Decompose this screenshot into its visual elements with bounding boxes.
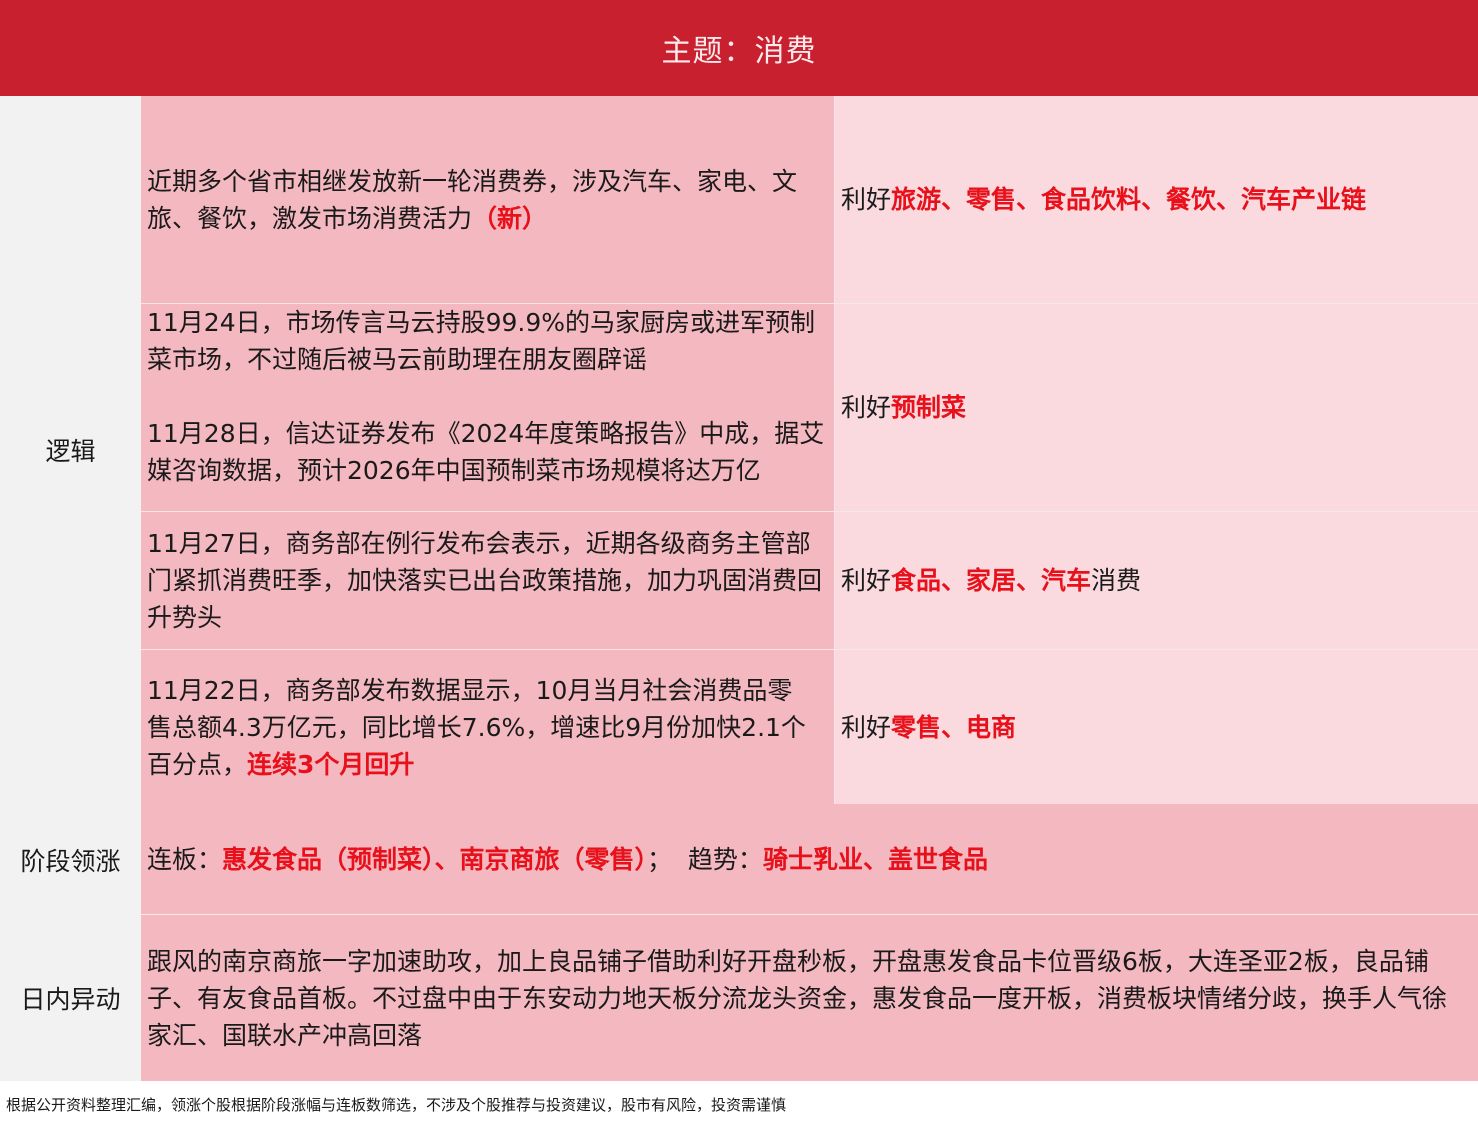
limit-up-prefix: 连板： [147,845,223,874]
benefit-sectors: 零售、电商 [891,712,1017,742]
row-3-body: 11月27日，商务部在例行发布会表示，近期各级商务主管部门紧抓消费旺季，加快落实… [147,529,823,632]
disclaimer: 根据公开资料整理汇编，领涨个股根据阶段涨幅与连板数筛选，不涉及个股推荐与投资建议… [6,1096,787,1114]
trend-stocks: 骑士乳业、盖世食品 [762,845,988,874]
row-1-new-tag: （新） [472,203,548,233]
divider [141,511,1478,512]
row-2-para-2: 11月28日，信达证券发布《2024年度策略报告》中成，据艾媒咨询数据，预计20… [147,419,825,485]
benefit-prefix: 利好 [841,712,892,742]
logic-label: 逻辑 [0,96,141,804]
row-2-para-1: 11月24日，市场传言马云持股99.9%的马家厨房或进军预制菜市场，不过随后被马… [147,308,816,374]
divider [141,649,1478,650]
logic-row-3-benefit: 利好食品、家居、汽车消费 [835,512,1478,649]
stage-lead-content: 连板：惠发食品（预制菜）、南京商旅（零售）； 趋势：骑士乳业、盖世食品 [141,804,1478,915]
intraday-content: 跟风的南京商旅一字加速助攻，加上良品铺子借助利好开盘秒板，开盘惠发食品卡位晋级6… [141,915,1478,1081]
logic-row-4-benefit: 利好零售、电商 [835,650,1478,804]
intraday-text: 跟风的南京商旅一字加速助攻，加上良品铺子借助利好开盘秒板，开盘惠发食品卡位晋级6… [147,946,1448,1050]
trend-prefix: ； 趋势： [647,845,763,874]
stage-lead-label: 阶段领涨 [0,804,141,915]
logic-row-3-text: 11月27日，商务部在例行发布会表示，近期各级商务主管部门紧抓消费旺季，加快落实… [141,512,835,649]
logic-row-2-benefit: 利好预制菜 [835,304,1478,511]
benefit-prefix: 利好 [841,185,892,214]
limit-up-stocks: 惠发食品（预制菜）、南京商旅（零售） [222,845,648,874]
row-4-highlight: 连续3个月回升 [247,749,415,779]
column-divider [834,96,835,804]
logic-row-1-benefit: 利好旅游、零售、食品饮料、餐饮、汽车产业链 [835,96,1478,303]
divider [141,303,1478,304]
benefit-sectors: 旅游、零售、食品饮料、餐饮、汽车产业链 [891,185,1367,214]
benefit-suffix: 消费 [1091,566,1142,595]
logic-row-1-text: 近期多个省市相继发放新一轮消费券，涉及汽车、家电、文旅、餐饮，激发市场消费活力（… [141,96,835,303]
benefit-sectors: 食品、家居、汽车 [891,566,1092,595]
benefit-prefix: 利好 [841,566,892,595]
intraday-label: 日内异动 [0,915,141,1081]
page-title: 主题：消费 [0,0,1478,96]
row-4-body: 11月22日，商务部发布数据显示，10月当月社会消费品零售总额4.3万亿元，同比… [147,675,806,779]
divider [141,914,1478,915]
logic-row-4-text: 11月22日，商务部发布数据显示，10月当月社会消费品零售总额4.3万亿元，同比… [141,650,835,804]
benefit-prefix: 利好 [841,393,892,422]
benefit-sectors: 预制菜 [891,393,967,422]
logic-row-2-text: 11月24日，市场传言马云持股99.9%的马家厨房或进军预制菜市场，不过随后被马… [141,304,835,511]
